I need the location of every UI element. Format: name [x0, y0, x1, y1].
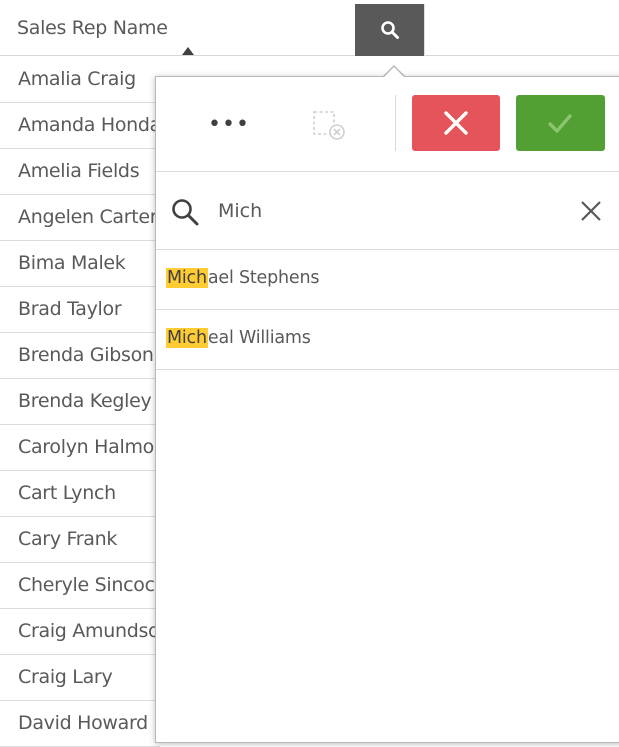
table-row[interactable]: Carolyn Halmon — [0, 425, 160, 471]
column-search-button[interactable] — [355, 4, 424, 56]
table-row[interactable]: Amanda Honda — [0, 103, 160, 149]
listbox-search-popover: ••• Mich Michael Stephens Micheal Willia… — [155, 76, 619, 743]
table-row[interactable]: Cart Lynch — [0, 471, 160, 517]
table-row[interactable]: Angelen Carter — [0, 195, 160, 241]
clear-selections-button[interactable] — [308, 107, 352, 143]
table-row[interactable]: Craig Lary — [0, 655, 160, 701]
listbox-search-bar — [156, 172, 619, 250]
toolbar-divider — [395, 95, 396, 151]
column-title[interactable]: Sales Rep Name — [17, 17, 168, 39]
clear-selection-icon — [313, 111, 345, 140]
table-row[interactable]: Brad Taylor — [0, 287, 160, 333]
close-icon — [444, 111, 468, 135]
confirm-selection-button[interactable] — [516, 95, 605, 151]
table-row[interactable]: Craig Amundson — [0, 609, 160, 655]
sort-ascending-icon — [182, 47, 194, 55]
column-header: Sales Rep Name — [0, 0, 619, 56]
table-row[interactable]: Cary Frank — [0, 517, 160, 563]
more-options-button[interactable]: ••• — [206, 107, 252, 143]
header-divider — [424, 4, 425, 56]
popover-caret-fill — [384, 67, 404, 77]
search-icon — [172, 199, 199, 226]
table-row[interactable]: Amalia Craig — [0, 57, 160, 103]
clear-search-icon[interactable] — [578, 198, 604, 224]
table-row[interactable]: Bima Malek — [0, 241, 160, 287]
match-highlight: Mich — [166, 268, 208, 288]
selection-toolbar: ••• — [156, 77, 619, 172]
table-row[interactable]: Brenda Kegley — [0, 379, 160, 425]
result-text: eal Williams — [207, 328, 311, 348]
checkmark-icon — [548, 114, 572, 133]
search-icon — [381, 21, 399, 39]
table-row[interactable]: Brenda Gibson — [0, 333, 160, 379]
table-row[interactable]: David Howard — [0, 701, 160, 747]
sales-rep-list: Amalia Craig Amanda Honda Amelia Fields … — [0, 57, 160, 747]
match-highlight: Mich — [166, 328, 208, 348]
list-item[interactable]: Micheal Williams — [156, 310, 619, 370]
cancel-selection-button[interactable] — [412, 95, 500, 151]
search-results: Michael Stephens Micheal Williams — [156, 250, 619, 370]
search-input[interactable] — [218, 194, 548, 228]
list-item[interactable]: Michael Stephens — [156, 250, 619, 310]
result-text: ael Stephens — [207, 268, 320, 288]
table-row[interactable]: Cheryle Sincock — [0, 563, 160, 609]
table-row[interactable]: Amelia Fields — [0, 149, 160, 195]
